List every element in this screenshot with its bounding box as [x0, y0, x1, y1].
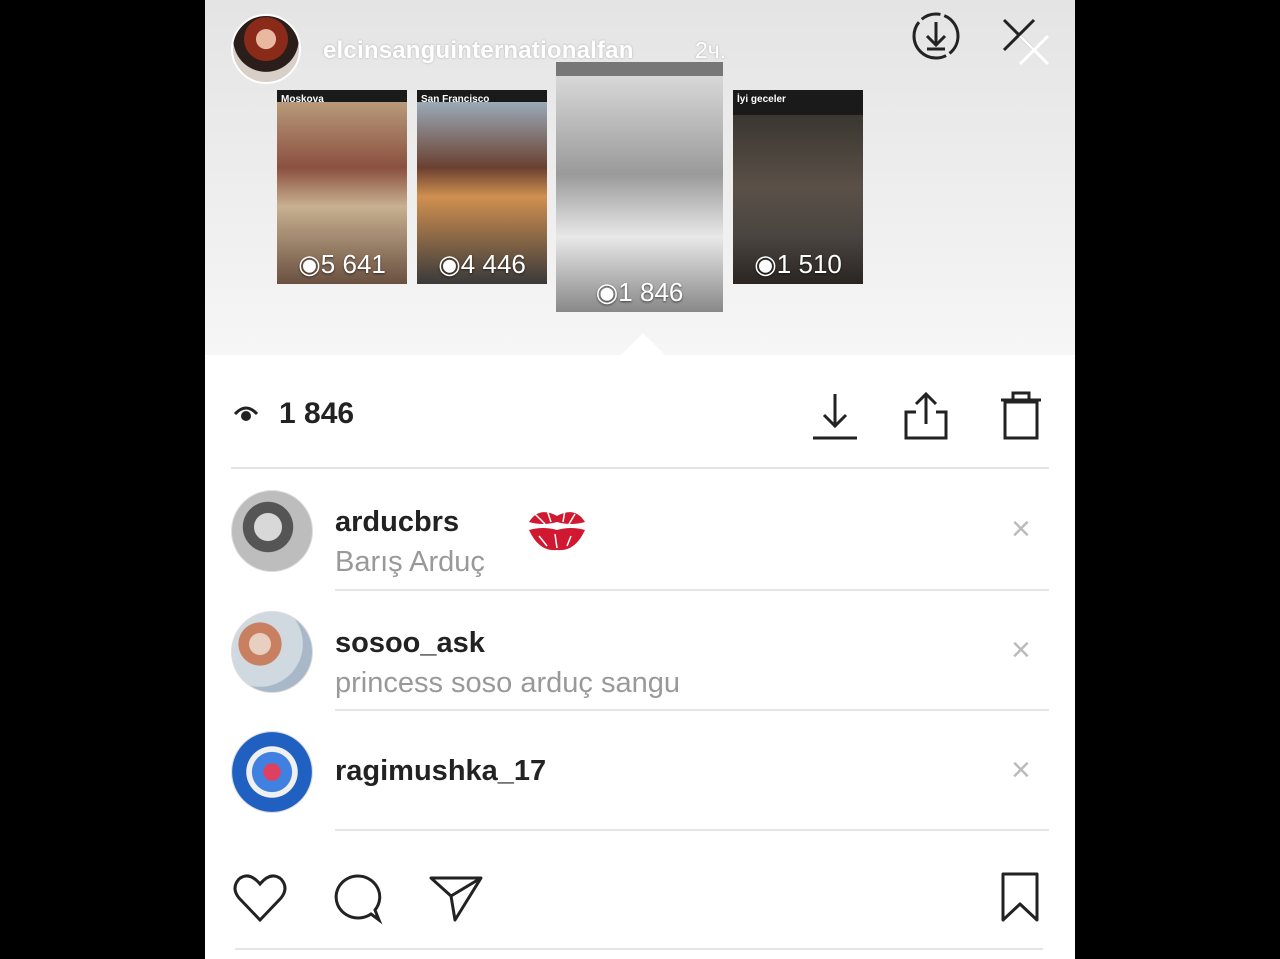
- share-button[interactable]: [898, 388, 954, 449]
- download-button[interactable]: [807, 388, 863, 449]
- story-thumbnail-selected[interactable]: ◉1 846: [556, 62, 723, 312]
- story-thumbnail[interactable]: Moskova ◉5 641: [277, 90, 407, 284]
- download-circle-icon: [912, 12, 960, 60]
- kiss-mark-icon: [529, 509, 585, 551]
- story-username[interactable]: elcinsanguinternationalfan: [323, 37, 634, 65]
- download-icon: [813, 394, 857, 440]
- viewer-username[interactable]: sosoo_ask: [335, 627, 485, 660]
- like-button[interactable]: [231, 870, 289, 931]
- send-button[interactable]: [427, 870, 485, 931]
- story-header: elcinsanguinternationalfan 2ч. Moskova ◉…: [205, 0, 1075, 355]
- story-thumbnail[interactable]: San Francisco ◉4 446: [417, 90, 547, 284]
- avatar[interactable]: [231, 611, 313, 693]
- viewer-username[interactable]: arducbrs: [335, 506, 459, 539]
- remove-viewer-button[interactable]: ×: [1011, 510, 1031, 549]
- bookmark-icon: [1001, 872, 1039, 922]
- story-views: ◉4 446: [438, 249, 526, 279]
- story-views: ◉1 846: [595, 277, 684, 307]
- comment-icon: [334, 874, 383, 925]
- share-icon: [904, 391, 948, 440]
- viewer-full-name: princess soso arduç sangu: [335, 667, 680, 699]
- viewer-row[interactable]: ragimushka_17 ×: [205, 721, 1075, 841]
- viewer-username[interactable]: ragimushka_17: [335, 755, 546, 788]
- story-caption: San Francisco: [421, 94, 490, 105]
- story-caption: Moskova: [281, 94, 324, 105]
- delete-button[interactable]: [993, 388, 1049, 449]
- story-caption: İyi geceler: [737, 94, 786, 105]
- remove-viewer-button[interactable]: ×: [1011, 631, 1031, 670]
- story-time: 2ч.: [695, 37, 727, 63]
- comment-button[interactable]: [329, 870, 385, 931]
- trash-icon: [1001, 391, 1041, 440]
- close-icon: [1002, 18, 1050, 66]
- story-thumbnail[interactable]: İyi geceler ◉1 510: [733, 90, 863, 284]
- divider: [235, 948, 1043, 950]
- viewer-row[interactable]: arducbrs Barış Arduç ×: [205, 480, 1075, 600]
- remove-viewer-button[interactable]: ×: [1011, 751, 1031, 790]
- heart-icon: [233, 874, 287, 923]
- divider: [335, 709, 1049, 711]
- avatar[interactable]: [231, 490, 313, 572]
- save-story-button[interactable]: [908, 8, 964, 69]
- story-views: ◉5 641: [298, 249, 386, 279]
- bookmark-button[interactable]: [995, 868, 1045, 931]
- profile-avatar[interactable]: [231, 14, 301, 84]
- viewer-full-name: Barış Arduç: [335, 546, 485, 578]
- divider: [231, 467, 1049, 469]
- view-count: 1 846: [279, 397, 355, 430]
- paper-plane-icon: [429, 876, 483, 922]
- divider: [335, 589, 1049, 591]
- viewer-row[interactable]: sosoo_ask princess soso arduç sangu ×: [205, 601, 1075, 721]
- close-button[interactable]: [998, 14, 1054, 75]
- eye-icon: [233, 406, 259, 421]
- views-stat: [231, 392, 261, 437]
- story-views: ◉1 510: [754, 249, 842, 279]
- avatar[interactable]: [231, 731, 313, 813]
- story-viewer-screen: elcinsanguinternationalfan 2ч. Moskova ◉…: [205, 0, 1075, 959]
- divider: [335, 829, 1049, 831]
- selection-pointer: [621, 333, 665, 355]
